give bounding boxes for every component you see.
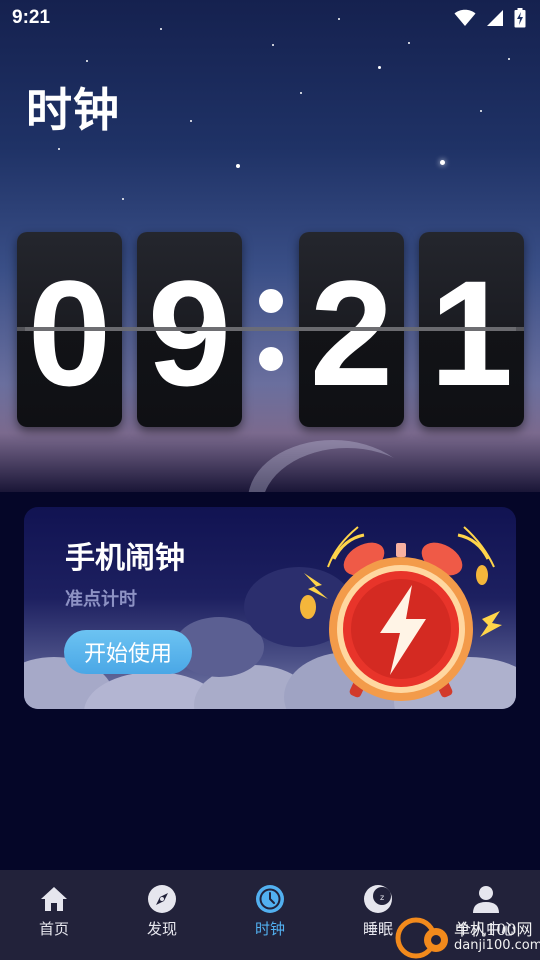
start-using-button[interactable]: 开始使用 xyxy=(64,630,192,674)
page-title: 时钟 xyxy=(26,83,120,137)
site-watermark: 单机100网 danji100.com xyxy=(392,914,540,960)
moon-sleep-icon: z xyxy=(364,885,392,913)
nav-label-home: 首页 xyxy=(38,920,69,938)
flip-divider-line xyxy=(25,327,516,331)
signal-icon xyxy=(487,10,503,26)
compass-icon xyxy=(148,885,176,913)
nav-label-discover: 发现 xyxy=(146,920,177,938)
home-icon xyxy=(41,887,67,911)
svg-text:z: z xyxy=(380,893,384,902)
status-time: 9:21 xyxy=(12,7,51,28)
crescent-moon-decoration xyxy=(262,448,432,492)
alarm-clock-lightning-icon xyxy=(300,526,502,701)
minute-ones-digit: 1 xyxy=(429,248,514,417)
battery-charging-icon xyxy=(514,8,526,28)
flip-clock: 0 9 2 1 xyxy=(17,232,524,427)
watermark-logo-icon xyxy=(395,917,448,959)
nav-item-clock[interactable]: 时钟 xyxy=(216,870,324,960)
status-icons xyxy=(454,8,526,28)
person-icon xyxy=(473,886,499,913)
minute-tens-digit: 2 xyxy=(309,248,394,417)
nav-item-discover[interactable]: 发现 xyxy=(108,870,216,960)
hour-tens-digit: 0 xyxy=(27,248,112,417)
nav-item-home[interactable]: 首页 xyxy=(0,870,108,960)
nav-label-clock: 时钟 xyxy=(254,920,285,938)
alarm-banner[interactable]: 手机闹钟 准点计时 开始使用 xyxy=(24,507,516,709)
banner-title: 手机闹钟 xyxy=(65,541,185,576)
nav-label-sleep: 睡眠 xyxy=(362,920,393,938)
hour-ones-digit: 9 xyxy=(147,248,232,417)
wifi-icon xyxy=(454,9,476,26)
watermark-text: 单机100网 xyxy=(454,920,533,939)
banner-subtitle: 准点计时 xyxy=(65,589,137,610)
watermark-url: danji100.com xyxy=(454,938,540,953)
status-bar: 9:21 xyxy=(0,0,540,36)
clock-icon xyxy=(256,885,284,913)
